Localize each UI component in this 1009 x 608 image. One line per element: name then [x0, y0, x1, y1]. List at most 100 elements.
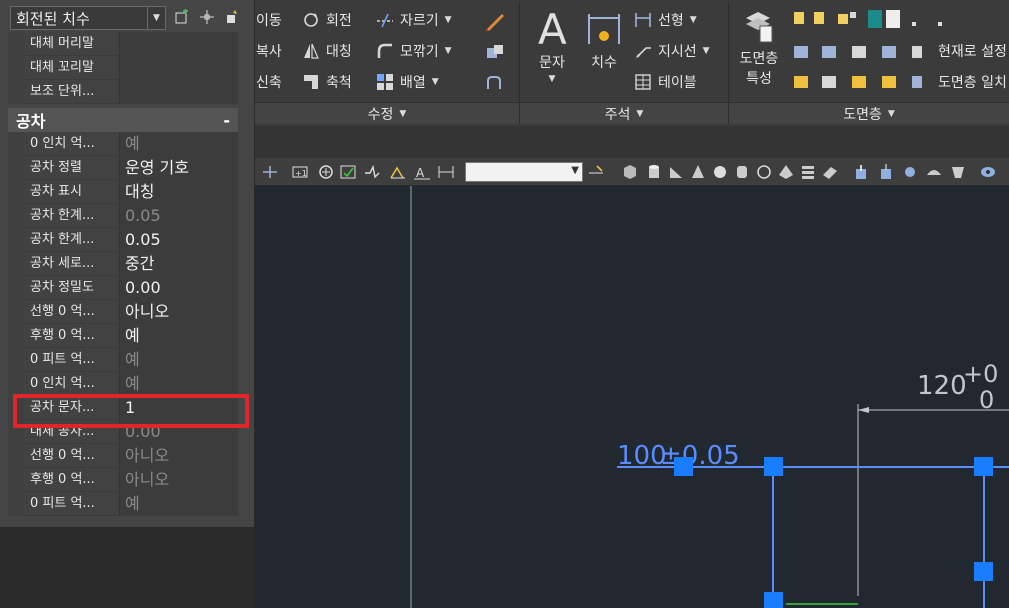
property-row[interactable]: 0 인치 억... 예 — [24, 132, 238, 156]
wedge-icon[interactable] — [667, 163, 685, 181]
property-row[interactable]: 공차 한계... 0.05 — [24, 228, 238, 252]
property-value[interactable]: 예 — [120, 372, 238, 395]
dim-ordinate-icon[interactable]: +1 — [291, 163, 309, 181]
grip-handle[interactable] — [674, 457, 693, 476]
property-value[interactable]: 0.00 — [120, 276, 238, 299]
property-row[interactable]: 공차 세로... 중간 — [24, 252, 238, 276]
mirror-button[interactable]: 대칭 — [302, 41, 352, 61]
property-row[interactable]: 공차 표시 대칭 — [24, 180, 238, 204]
center-mark-icon[interactable] — [317, 163, 335, 181]
plane-icon[interactable] — [821, 163, 839, 181]
property-value[interactable] — [120, 32, 238, 55]
object-type-select[interactable]: 회전된 치수 ▼ — [10, 6, 166, 30]
fillet-button[interactable]: 모깎기 ▼ — [376, 41, 452, 61]
property-value[interactable]: 예 — [120, 348, 238, 371]
cylinder-icon[interactable] — [645, 163, 663, 181]
offset-icon[interactable] — [484, 73, 506, 93]
property-row[interactable]: 공차 정렬 운영 기호 — [24, 156, 238, 180]
property-value[interactable]: 중간 — [120, 252, 238, 275]
box-icon[interactable] — [621, 163, 639, 181]
chevron-down-icon[interactable]: ▼ — [703, 46, 710, 56]
loft-icon[interactable] — [925, 163, 943, 181]
extrude-icon[interactable] — [853, 163, 871, 181]
dim-style-icon[interactable] — [389, 163, 407, 181]
sweep-icon[interactable] — [901, 163, 919, 181]
property-value[interactable]: 0.05 — [120, 204, 238, 227]
explode-icon[interactable] — [484, 42, 506, 62]
drawing-canvas[interactable]: 120 +0 0 100 ±0.05 — [255, 186, 1009, 608]
select-objects-icon[interactable] — [199, 9, 215, 25]
property-row[interactable]: 후행 0 억... 아니오 — [24, 468, 238, 492]
property-row[interactable]: 선행 0 억... 아니오 — [24, 300, 238, 324]
tolerance-section-header[interactable]: 공차 - — [8, 108, 238, 132]
property-value[interactable]: 아니오 — [120, 444, 238, 467]
stack-icon[interactable] — [799, 163, 817, 181]
make-current-button[interactable]: 현재로 설정 — [938, 41, 1007, 61]
stretch-button[interactable]: 신축 — [256, 72, 282, 92]
property-value[interactable]: 운영 기호 — [120, 156, 238, 179]
jog-icon[interactable] — [363, 163, 381, 181]
property-row[interactable]: 0 인치 억... 예 — [24, 372, 238, 396]
text-button[interactable]: A 문자 ▼ — [530, 8, 574, 98]
circle-icon[interactable] — [755, 163, 773, 181]
property-row[interactable]: 보조 단위... — [24, 80, 238, 104]
property-value[interactable]: 예 — [120, 132, 238, 155]
revolve-icon[interactable] — [877, 163, 895, 181]
annotation-panel-title[interactable]: 주석 ▼ — [520, 102, 728, 124]
layer-tool-icons[interactable] — [792, 44, 922, 94]
collapse-icon[interactable]: - — [223, 111, 230, 130]
erase-icon[interactable] — [484, 10, 506, 32]
property-value[interactable] — [120, 80, 238, 103]
dim-edit-icon[interactable] — [261, 163, 279, 181]
property-value[interactable]: 0.05 — [120, 228, 238, 251]
grip-handle[interactable] — [974, 562, 993, 581]
dimension-button[interactable]: 치수 — [584, 8, 624, 98]
scale-button[interactable]: 축척 — [302, 72, 352, 92]
property-row[interactable]: 후행 0 억... 예 — [24, 324, 238, 348]
sphere-icon[interactable] — [711, 163, 729, 181]
grip-handle[interactable] — [974, 457, 993, 476]
view-icon[interactable] — [979, 163, 997, 181]
grip-handle[interactable] — [764, 592, 783, 608]
dim-style-select[interactable]: ▼ — [465, 162, 583, 182]
layers-panel-title[interactable]: 도면층 ▼ — [729, 102, 1009, 124]
grip-handle[interactable] — [764, 457, 783, 476]
property-row[interactable]: 공차 한계... 0.05 — [24, 204, 238, 228]
property-value[interactable]: 대칭 — [120, 180, 238, 203]
dim-style-manager-icon[interactable] — [587, 163, 605, 181]
dim-update-icon[interactable] — [437, 163, 455, 181]
quick-select-icon[interactable] — [224, 9, 240, 25]
cone-icon[interactable] — [689, 163, 707, 181]
chevron-down-icon[interactable]: ▼ — [432, 77, 439, 87]
property-value[interactable]: 아니오 — [120, 468, 238, 491]
linear-dim-button[interactable]: 선형 ▼ — [634, 10, 697, 30]
property-value[interactable]: 아니오 — [120, 300, 238, 323]
table-button[interactable]: 테이블 — [634, 72, 697, 92]
rotate-button[interactable]: 회전 — [302, 10, 352, 30]
modify-panel-title[interactable]: 수정 ▼ — [255, 102, 519, 124]
move-button[interactable]: 이동 — [256, 10, 282, 30]
property-row[interactable]: 선행 0 억... 아니오 — [24, 444, 238, 468]
array-button[interactable]: 배열 ▼ — [376, 72, 439, 92]
property-value[interactable]: 예 — [120, 324, 238, 347]
chevron-down-icon[interactable]: ▼ — [445, 46, 452, 56]
property-row[interactable]: 공차 정밀도 0.00 — [24, 276, 238, 300]
tolerance-icon[interactable] — [339, 163, 357, 181]
property-value[interactable]: 예 — [120, 492, 238, 515]
dim-text-icon[interactable]: A — [413, 163, 431, 181]
property-row[interactable]: 대체 꼬리말 — [24, 56, 238, 80]
shell-icon[interactable] — [949, 163, 967, 181]
toggle-pickadd-icon[interactable] — [174, 9, 190, 25]
property-value[interactable] — [120, 56, 238, 79]
layer-dropdown[interactable] — [790, 8, 1009, 30]
trim-button[interactable]: 자르기 ▼ — [376, 10, 452, 30]
pyramid-icon[interactable] — [777, 163, 795, 181]
copy-button[interactable]: 복사 — [256, 41, 282, 61]
property-row[interactable]: 대체 머리말 — [24, 32, 238, 56]
chevron-down-icon[interactable]: ▼ — [690, 15, 697, 25]
torus-icon[interactable] — [733, 163, 751, 181]
property-row[interactable]: 0 피트 억... 예 — [24, 492, 238, 516]
property-row[interactable]: 0 피트 억... 예 — [24, 348, 238, 372]
layer-match-button[interactable]: 도면층 일치 — [938, 72, 1007, 92]
chevron-down-icon[interactable]: ▼ — [445, 15, 452, 25]
